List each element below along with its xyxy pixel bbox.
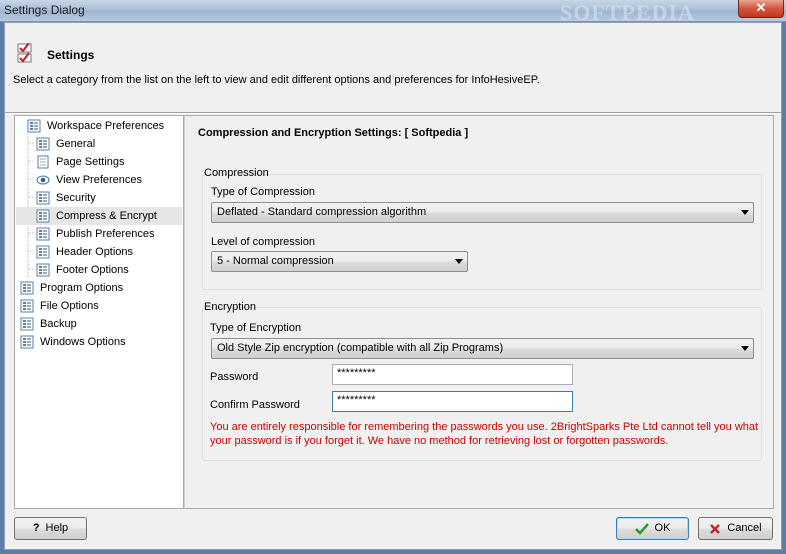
- confirm-password-field[interactable]: *********: [332, 391, 573, 412]
- help-button[interactable]: ? Help: [14, 517, 87, 540]
- compression-level-select[interactable]: 5 - Normal compression: [211, 251, 468, 272]
- tree-item-label: Security: [56, 192, 96, 204]
- tree-item-header-options[interactable]: Header Options: [36, 243, 183, 261]
- ok-button[interactable]: OK: [616, 517, 689, 540]
- tree-item-label: General: [56, 138, 96, 150]
- page-grid-icon: [20, 281, 34, 295]
- tree-item-view-preferences[interactable]: View Preferences: [36, 171, 183, 189]
- close-button[interactable]: ✕: [738, 0, 784, 18]
- tree-item-label: View Preferences: [56, 174, 143, 186]
- encryption-type-value: Old Style Zip encryption (compatible wit…: [217, 342, 504, 354]
- chevron-down-icon: [741, 346, 749, 351]
- chevron-down-icon: [455, 259, 463, 264]
- ok-button-label: OK: [654, 522, 671, 534]
- tree-item-publish-preferences[interactable]: Publish Preferences: [36, 225, 183, 243]
- tree-item-label: Windows Options: [40, 336, 126, 348]
- category-tree[interactable]: Workspace Preferences General Page Setting…: [14, 115, 184, 509]
- compression-type-label: Type of Compression: [211, 186, 315, 198]
- tree-item-page-settings[interactable]: Page Settings: [36, 153, 183, 171]
- tree-item-compress-encrypt[interactable]: Compress & Encrypt: [16, 207, 182, 225]
- tree-item-workspace-preferences[interactable]: Workspace Preferences: [27, 117, 183, 135]
- page-grid-icon: [20, 299, 34, 313]
- page-grid-icon: [36, 209, 50, 223]
- tree-item-label: Page Settings: [56, 156, 125, 168]
- password-warning: You are entirely responsible for remembe…: [210, 421, 759, 447]
- page-title: Settings: [47, 48, 95, 62]
- tree-item-label: Header Options: [56, 246, 134, 258]
- page-grid-icon: [36, 263, 50, 277]
- tree-item-footer-options[interactable]: Footer Options: [36, 261, 183, 279]
- cancel-button-label: Cancel: [727, 522, 762, 534]
- help-button-label: Help: [45, 522, 69, 534]
- page-grid-icon: [36, 227, 50, 241]
- chevron-down-icon: [741, 210, 749, 215]
- tree-item-file-options[interactable]: File Options: [20, 297, 183, 315]
- confirm-password-label: Confirm Password: [210, 399, 300, 411]
- page-grid-icon: [27, 119, 41, 133]
- compression-type-select[interactable]: Deflated - Standard compression algorith…: [211, 202, 754, 223]
- encryption-group-label: Encryption: [204, 301, 256, 313]
- page-grid-icon: [20, 335, 34, 349]
- tree-item-label: Footer Options: [56, 264, 129, 276]
- settings-panel: Compression and Encryption Settings: [ S…: [184, 115, 774, 509]
- page-grid-icon: [36, 137, 50, 151]
- page-grid-icon: [36, 245, 50, 259]
- encryption-type-select[interactable]: Old Style Zip encryption (compatible wit…: [211, 338, 754, 359]
- panel-title: Compression and Encryption Settings: [ S…: [198, 127, 469, 139]
- dialog-header: Settings Select a category from the list…: [5, 23, 781, 114]
- compression-type-value: Deflated - Standard compression algorith…: [217, 206, 427, 218]
- tree-item-backup[interactable]: Backup: [20, 315, 183, 333]
- checklist-icon: [17, 43, 32, 63]
- tree-item-label: Publish Preferences: [56, 228, 155, 240]
- help-icon: ?: [32, 522, 40, 534]
- close-x-icon: [710, 523, 721, 534]
- page-grid-icon: [36, 191, 50, 205]
- page-description: Select a category from the list on the l…: [13, 74, 540, 86]
- tree-item-label: Workspace Preferences: [47, 120, 165, 132]
- compression-group-label: Compression: [204, 167, 269, 179]
- tree-item-program-options[interactable]: Program Options: [20, 279, 183, 297]
- eye-icon: [36, 173, 50, 187]
- compression-level-label: Level of compression: [211, 236, 315, 248]
- tree-item-general[interactable]: General: [36, 135, 183, 153]
- header-divider: [5, 112, 781, 114]
- page-grid-icon: [20, 317, 34, 331]
- title-bar[interactable]: Settings Dialog SOFTPEDIA ✕: [0, 0, 786, 25]
- encryption-type-label: Type of Encryption: [210, 322, 302, 334]
- checkmark-icon: [634, 522, 649, 535]
- page-icon: [36, 155, 50, 169]
- tree-item-windows-options[interactable]: Windows Options: [20, 333, 183, 351]
- cancel-button[interactable]: Cancel: [698, 517, 773, 540]
- password-label: Password: [210, 371, 259, 383]
- compression-level-value: 5 - Normal compression: [217, 255, 334, 267]
- tree-item-label: Compress & Encrypt: [56, 210, 157, 222]
- tree-item-label: Backup: [40, 318, 77, 330]
- window-title: Settings Dialog: [4, 3, 85, 17]
- tree-item-label: File Options: [40, 300, 99, 312]
- tree-item-security[interactable]: Security: [36, 189, 183, 207]
- tree-item-label: Program Options: [40, 282, 124, 294]
- dialog-client: Settings Select a category from the list…: [4, 22, 782, 550]
- password-field[interactable]: *********: [332, 364, 573, 385]
